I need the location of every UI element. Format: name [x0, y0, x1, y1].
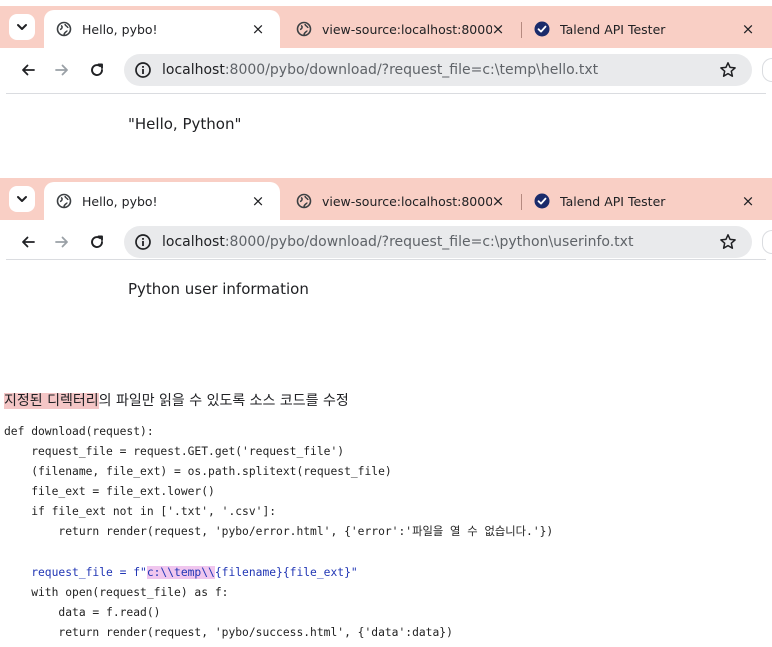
side-panel-edge[interactable]	[762, 58, 772, 82]
tab-label: view-source:localhost:8000/pyb	[322, 21, 492, 37]
address-bar[interactable]: localhost:8000/pybo/download/?request_fi…	[124, 54, 752, 86]
highlighted-text: 지정된 디렉터리	[4, 393, 99, 409]
url-text: localhost:8000/pybo/download/?request_fi…	[162, 62, 599, 78]
forward-button[interactable]	[50, 230, 74, 254]
back-button[interactable]	[16, 58, 40, 82]
tab-close-button[interactable]: ×	[250, 192, 266, 210]
arrow-right-icon	[55, 236, 68, 248]
tab-label: Hello, pybo!	[82, 21, 158, 37]
tab-label: view-source:localhost:8000/pyb	[322, 193, 492, 209]
tab-label: Talend API Tester	[560, 193, 666, 209]
code-line: (filename, file_ext) = os.path.splitext(…	[4, 465, 392, 479]
code-line-modified: request_file = f"c:\\temp\\{filename}{fi…	[4, 565, 358, 579]
check-circle-icon	[534, 21, 550, 37]
tab-search-button[interactable]	[9, 186, 35, 212]
forward-button[interactable]	[50, 58, 74, 82]
globe-icon	[296, 193, 312, 209]
code-line: if file_ext not in ['.txt', '.csv']:	[4, 505, 277, 519]
tab-close-button[interactable]: ×	[490, 192, 506, 210]
reload-icon	[91, 235, 103, 248]
chevron-down-icon	[17, 196, 27, 202]
globe-icon	[56, 193, 72, 209]
reload-button[interactable]	[85, 230, 109, 254]
back-button[interactable]	[16, 230, 40, 254]
side-panel-edge[interactable]	[762, 230, 772, 254]
tab-search-button[interactable]	[9, 14, 35, 40]
tab-label: Talend API Tester	[560, 21, 666, 37]
tab-strip: Hello, pybo! × view-source:localhost:800…	[0, 0, 772, 48]
code-line: return render(request, 'pybo/error.html'…	[4, 525, 554, 539]
page-content-text: "Hello, Python"	[128, 115, 242, 133]
tab-talend-api-tester[interactable]: Talend API Tester ×	[522, 182, 770, 220]
note-text: 의 파일만 읽을 수 있도록 소스 코드를 수정	[98, 393, 349, 409]
arrow-right-icon	[55, 64, 68, 76]
browser-window-1: Hello, pybo! × view-source:localhost:800…	[0, 0, 772, 168]
tab-view-source[interactable]: view-source:localhost:8000/pyb ×	[284, 182, 520, 220]
tab-strip: Hello, pybo! × view-source:localhost:800…	[0, 172, 772, 220]
browser-toolbar: localhost:8000/pybo/download/?request_fi…	[0, 220, 772, 264]
tab-talend-api-tester[interactable]: Talend API Tester ×	[522, 10, 770, 48]
check-circle-icon	[534, 193, 550, 209]
arrow-left-icon	[22, 236, 35, 248]
browser-toolbar: localhost:8000/pybo/download/?request_fi…	[0, 48, 772, 92]
globe-icon	[296, 21, 312, 37]
tab-close-button[interactable]: ×	[490, 20, 506, 38]
reload-button[interactable]	[85, 58, 109, 82]
address-bar[interactable]: localhost:8000/pybo/download/?request_fi…	[124, 226, 752, 258]
code-line: return render(request, 'pybo/success.htm…	[4, 625, 453, 639]
page-content-text: Python user information	[128, 280, 309, 298]
tab-close-button[interactable]: ×	[740, 20, 756, 38]
bookmark-star-icon[interactable]	[718, 60, 738, 80]
chevron-down-icon	[17, 24, 27, 30]
bookmark-star-icon[interactable]	[718, 232, 738, 252]
url-text: localhost:8000/pybo/download/?request_fi…	[162, 234, 634, 250]
tab-label: Hello, pybo!	[82, 193, 158, 209]
tab-hello-pybo[interactable]: Hello, pybo! ×	[44, 10, 280, 48]
info-icon[interactable]	[134, 233, 152, 251]
code-line: data = f.read()	[4, 605, 161, 619]
browser-window-2: Hello, pybo! × view-source:localhost:800…	[0, 172, 772, 332]
arrow-left-icon	[22, 64, 35, 76]
globe-icon	[56, 21, 72, 37]
tab-hello-pybo[interactable]: Hello, pybo! ×	[44, 182, 280, 220]
code-line: request_file = request.GET.get('request_…	[4, 445, 345, 459]
code-line: with open(request_file) as f:	[4, 585, 229, 599]
tab-close-button[interactable]: ×	[740, 192, 756, 210]
note-heading: 지정된 디렉터리의 파일만 읽을 수 있도록 소스 코드를 수정	[4, 390, 349, 410]
code-block: def download(request): request_file = re…	[4, 422, 764, 643]
highlighted-path: c:\\temp\\	[146, 565, 215, 579]
reload-icon	[91, 63, 103, 76]
tab-close-button[interactable]: ×	[250, 20, 266, 38]
code-line: file_ext = file_ext.lower()	[4, 485, 215, 499]
info-icon[interactable]	[134, 61, 152, 79]
tab-view-source[interactable]: view-source:localhost:8000/pyb ×	[284, 10, 520, 48]
code-line: def download(request):	[4, 425, 154, 438]
